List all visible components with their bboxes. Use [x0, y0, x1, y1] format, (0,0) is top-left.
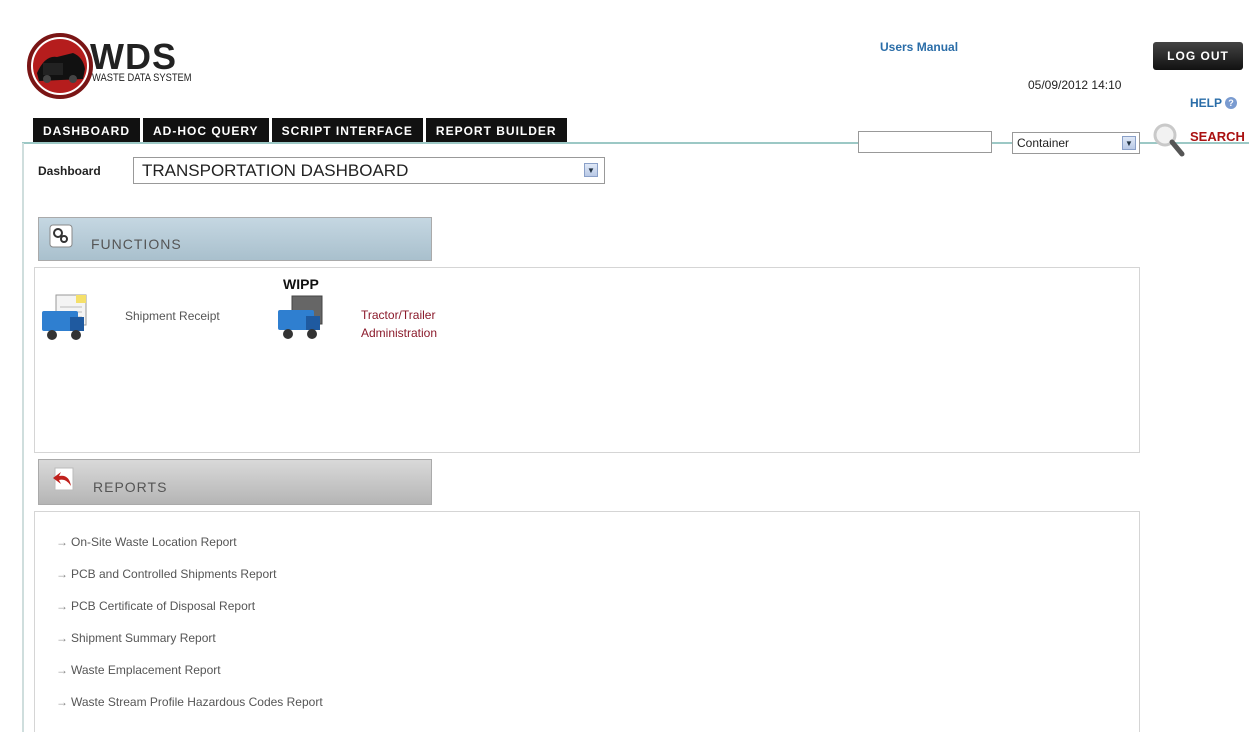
tractor-trailer-label-line2: Administration	[361, 326, 438, 340]
arrow-right-icon: →	[56, 695, 68, 709]
content-left-border	[22, 143, 24, 732]
report-link-pcb-controlled-shipments[interactable]: → PCB and Controlled Shipments Report	[56, 567, 276, 581]
report-link-pcb-certificate-disposal[interactable]: → PCB Certificate of Disposal Report	[56, 599, 255, 613]
shipment-receipt-link[interactable]: Shipment Receipt	[125, 307, 220, 325]
shipment-receipt-icon[interactable]	[40, 293, 94, 348]
search-input[interactable]	[858, 131, 992, 153]
tab-script-interface[interactable]: SCRIPT INTERFACE	[271, 118, 423, 144]
users-manual-link[interactable]: Users Manual	[880, 40, 958, 54]
dashboard-select[interactable]: TRANSPORTATION DASHBOARD ▼	[133, 157, 605, 184]
dashboard-select-value: TRANSPORTATION DASHBOARD	[142, 160, 409, 180]
back-arrow-icon	[53, 467, 74, 491]
arrow-right-icon: →	[56, 535, 68, 549]
arrow-right-icon: →	[56, 567, 68, 581]
magnifier-icon[interactable]	[1150, 122, 1190, 158]
logo-title: WDS	[90, 36, 177, 77]
arrow-right-icon: →	[56, 599, 68, 613]
tractor-trailer-admin-link[interactable]: Tractor/Trailer Administration	[361, 306, 437, 342]
help-label: HELP	[1190, 96, 1223, 110]
dashboard-label: Dashboard	[38, 164, 101, 178]
report-link-label: Waste Stream Profile Hazardous Codes Rep…	[71, 695, 323, 709]
search-type-select[interactable]: Container ▼	[1012, 132, 1140, 154]
report-link-label: Waste Emplacement Report	[71, 663, 221, 677]
search-type-value: Container	[1017, 136, 1070, 150]
report-link-label: Shipment Summary Report	[71, 631, 216, 645]
report-link-on-site-waste-location[interactable]: → On-Site Waste Location Report	[56, 535, 237, 549]
functions-panel	[34, 267, 1140, 453]
tab-dashboard[interactable]: DASHBOARD	[33, 118, 140, 144]
search-button[interactable]: SEARCH	[1190, 129, 1245, 144]
report-link-waste-emplacement[interactable]: → Waste Emplacement Report	[56, 663, 221, 677]
help-icon: ?	[1225, 97, 1238, 109]
logout-button[interactable]: LOG OUT	[1153, 42, 1243, 70]
tab-report-builder[interactable]: REPORT BUILDER	[425, 118, 567, 144]
help-link[interactable]: HELP ?	[1190, 96, 1238, 110]
functions-header: FUNCTIONS	[38, 217, 432, 261]
main-nav-tabs: DASHBOARD AD-HOC QUERY SCRIPT INTERFACE …	[33, 118, 567, 144]
report-link-waste-stream-profile[interactable]: → Waste Stream Profile Hazardous Codes Re…	[56, 695, 323, 709]
arrow-right-icon: →	[56, 663, 68, 677]
gears-icon	[49, 224, 73, 248]
reports-title: REPORTS	[93, 479, 168, 495]
report-link-label: PCB and Controlled Shipments Report	[71, 567, 277, 581]
report-link-label: PCB Certificate of Disposal Report	[71, 599, 256, 613]
arrow-right-icon: →	[56, 631, 68, 645]
tractor-trailer-icon[interactable]	[276, 292, 330, 347]
chevron-down-icon: ▼	[1122, 136, 1136, 150]
chevron-down-icon: ▼	[584, 163, 598, 177]
wipp-badge: WIPP	[283, 276, 319, 292]
reports-header: REPORTS	[38, 459, 432, 505]
functions-title: FUNCTIONS	[91, 236, 182, 252]
report-link-label: On-Site Waste Location Report	[71, 535, 237, 549]
current-datetime: 05/09/2012 14:10	[1028, 78, 1122, 92]
logo-globe-icon	[27, 33, 93, 99]
tractor-trailer-label-line1: Tractor/Trailer	[361, 308, 436, 322]
tab-ad-hoc-query[interactable]: AD-HOC QUERY	[143, 118, 269, 144]
report-link-shipment-summary[interactable]: → Shipment Summary Report	[56, 631, 216, 645]
logo-subtitle: WASTE DATA SYSTEM	[92, 72, 192, 84]
